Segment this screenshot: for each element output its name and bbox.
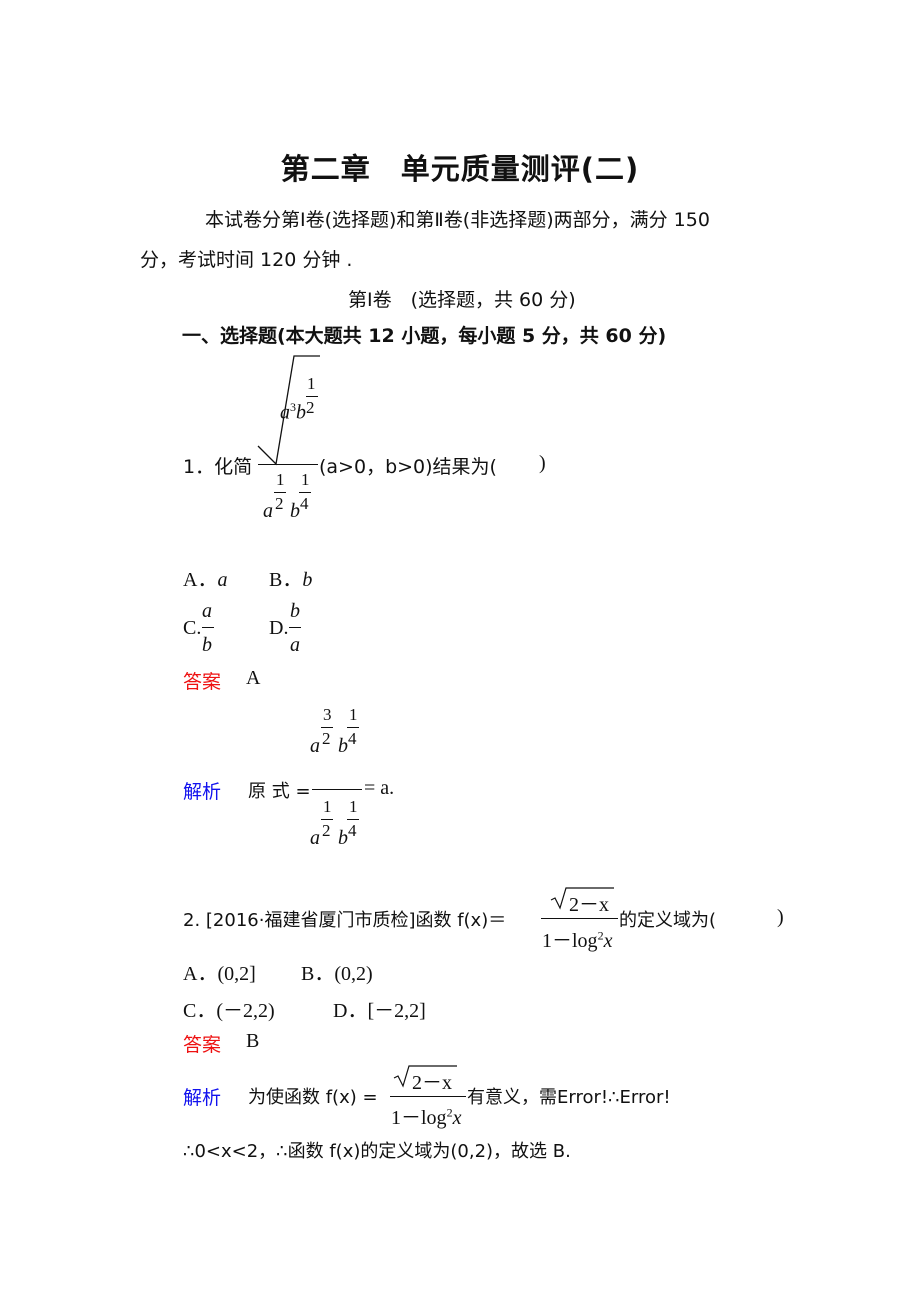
q1-condition: (a>0，b>0)结果为( <box>319 456 497 478</box>
q1-option-c-num: a <box>202 600 212 622</box>
q1-an-den-a: a <box>310 827 320 849</box>
q1-den-b: b <box>290 500 300 522</box>
q2-answer-value: B <box>246 1030 260 1052</box>
q2-analysis-line-2: ∴0<x<2，∴函数 f(x)的定义域为(0,2)，故选 B. <box>183 1141 571 1162</box>
fraction-bar <box>321 727 333 728</box>
q1-an-den-b-exp: 1 <box>349 797 358 816</box>
q2-blank-close: ) <box>777 906 784 928</box>
q2-numerator: 2－x <box>569 894 609 916</box>
q1-den-a-exp-num: 1 <box>276 470 285 489</box>
q1-an-den-b-den: 4 <box>348 821 357 840</box>
q1-den-b-exp-num: 1 <box>301 470 310 489</box>
q1-number: 1．化简 <box>183 456 253 478</box>
q1-answer-value: A <box>246 667 261 689</box>
q2-analysis-numerator: 2－x <box>412 1072 452 1094</box>
q2-suffix: 的定义域为( <box>619 910 717 931</box>
fraction-bar <box>347 727 359 728</box>
q2-analysis-suffix: 有意义，需Error!∴Error! <box>467 1087 671 1108</box>
q2-analysis-fraction-bar <box>390 1096 466 1097</box>
q2-option-b[interactable]: B．(0,2) <box>301 957 373 986</box>
page-title: 第二章 单元质量测评(二) <box>280 152 640 186</box>
q2-analysis-prefix: 为使函数 f(x) = <box>248 1087 378 1108</box>
q1-an-num-b-den: 4 <box>348 729 357 748</box>
q1-an-den-a-den: 2 <box>322 821 331 840</box>
q1-blank-close: ) <box>539 452 546 474</box>
q1-an-den-b: b <box>338 827 348 849</box>
q1-option-d[interactable]: D. <box>269 617 288 640</box>
q1-an-num-a-den: 2 <box>322 729 331 748</box>
q2-answer-label: 答案 <box>183 1034 222 1056</box>
q1-option-c-den: b <box>202 634 212 656</box>
q1-rad-b-exp-num: 1 <box>307 374 316 393</box>
q1-option-c[interactable]: C. <box>183 617 201 640</box>
fraction-bar <box>274 492 286 493</box>
q1-analysis-fraction-bar <box>312 789 362 790</box>
q1-analysis-prefix: 原 式 = <box>248 781 311 802</box>
q1-analysis-result: = a. <box>364 777 395 799</box>
q1-an-num-b-exp: 1 <box>349 705 358 724</box>
fraction-bar <box>347 819 359 820</box>
q2-option-c[interactable]: C．(－2,2) <box>183 994 275 1023</box>
q1-option-d-num: b <box>290 600 300 622</box>
q1-answer-label: 答案 <box>183 671 222 693</box>
fraction-bar <box>289 627 301 628</box>
fraction-bar <box>202 627 214 628</box>
q1-den-a: a <box>263 500 273 522</box>
section-header: 第Ⅰ卷 (选择题，共 60 分) <box>348 289 576 311</box>
q1-option-b[interactable]: B．b <box>269 563 312 592</box>
q2-analysis-label: 解析 <box>183 1087 222 1109</box>
intro-line-2: 分，考试时间 120 分钟 . <box>140 249 353 271</box>
q1-analysis-label: 解析 <box>183 781 222 803</box>
q2-option-d[interactable]: D．[－2,2] <box>333 994 426 1023</box>
part-title: 一、选择题(本大题共 12 小题，每小题 5 分，共 60 分) <box>182 325 667 347</box>
q2-prefix: 2. [2016·福建省厦门市质检]函数 f(x)＝ <box>183 910 507 931</box>
q2-fraction-bar <box>541 918 618 919</box>
q2-option-a[interactable]: A．(0,2] <box>183 957 256 986</box>
fraction-bar <box>321 819 333 820</box>
q1-den-b-exp-den: 4 <box>300 494 309 513</box>
q1-option-d-den: a <box>290 634 300 656</box>
q1-den-a-exp-den: 2 <box>275 494 284 513</box>
q1-rad-b-exp-den: 2 <box>306 398 315 417</box>
q2-denominator: 1－log2x <box>542 928 613 952</box>
q1-an-num-a: a <box>310 735 320 757</box>
q1-option-a[interactable]: A．a <box>183 563 227 592</box>
q1-an-num-a-exp: 3 <box>323 705 332 724</box>
q1-an-num-b: b <box>338 735 348 757</box>
q2-analysis-denominator: 1－log2x <box>391 1105 462 1129</box>
q1-an-den-a-exp: 1 <box>323 797 332 816</box>
q1-radicand-a: a <box>280 401 290 424</box>
fraction-bar <box>299 492 311 493</box>
fraction-bar <box>306 396 318 397</box>
q1-radicand-b: b <box>296 401 306 424</box>
q1-main-fraction-bar <box>258 464 318 465</box>
intro-line-1: 本试卷分第Ⅰ卷(选择题)和第Ⅱ卷(非选择题)两部分，满分 150 <box>205 209 710 231</box>
